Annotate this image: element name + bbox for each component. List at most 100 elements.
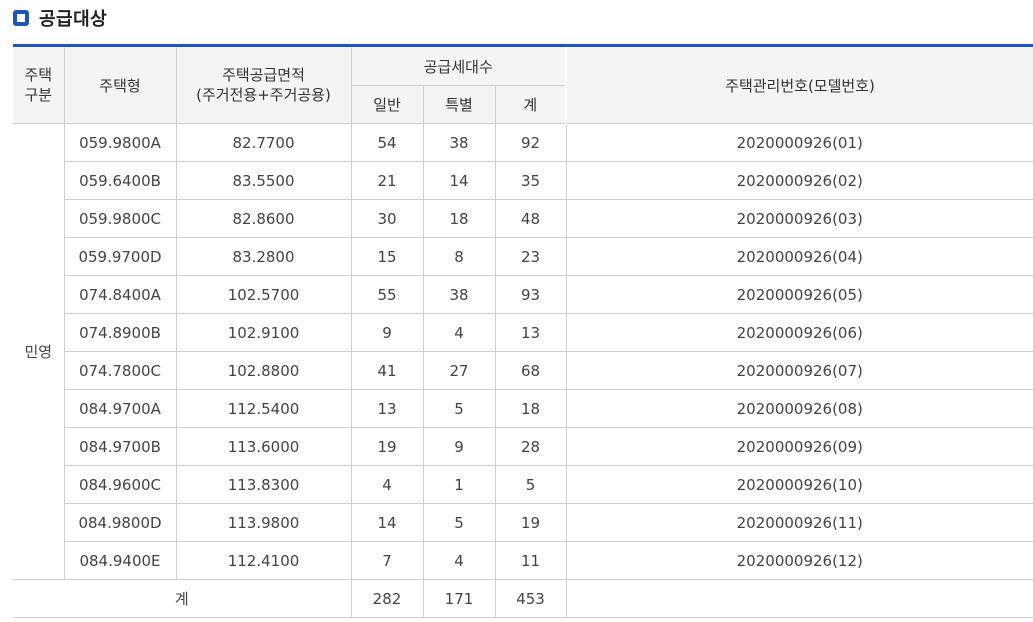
total-count-cell: 92: [495, 123, 567, 162]
general-count-cell: 4: [351, 465, 424, 504]
total-count-cell: 11: [495, 541, 567, 580]
management-no-cell: 2020000926(11): [566, 503, 1033, 542]
special-count-cell: 18: [423, 199, 496, 238]
header-house-category-line2: 구분: [24, 86, 53, 104]
header-management-no: 주택관리번호(모델번호): [565, 44, 1033, 124]
total-count-cell: 48: [495, 199, 567, 238]
table-row: 074.7800C 102.8800 41 27 68 2020000926(07): [13, 351, 1033, 390]
general-count-cell: 30: [351, 199, 424, 238]
general-count-cell: 41: [351, 351, 424, 390]
general-count-cell: 54: [351, 123, 424, 162]
special-count-cell: 5: [423, 389, 496, 428]
header-supply-count: 공급세대수: [351, 44, 567, 86]
header-house-type: 주택형: [64, 44, 177, 124]
header-area-line1: 주택공급면적: [222, 66, 305, 84]
table-row: 민영 059.9800A 82.7700 54 38 92 2020000926(01): [13, 123, 1033, 580]
house-type-cell: 059.9800A: [64, 123, 177, 162]
header-special: 특별: [423, 85, 496, 124]
special-count-cell: 5: [423, 503, 496, 542]
area-cell: 113.8300: [176, 465, 352, 504]
house-type-cell: 074.8900B: [64, 313, 177, 352]
management-no-cell: 2020000926(12): [566, 541, 1033, 580]
management-no-cell: 2020000926(03): [566, 199, 1033, 238]
house-type-cell: 084.9600C: [64, 465, 177, 504]
header-area-line2: (주거전용+주거공용): [196, 86, 331, 104]
area-cell: 82.8600: [176, 199, 352, 238]
header-general: 일반: [351, 85, 424, 124]
table-row: 084.9600C 113.8300 4 1 5 2020000926(10): [13, 465, 1033, 504]
total-count-cell: 23: [495, 237, 567, 276]
section-header: 공급대상: [13, 6, 107, 30]
area-cell: 112.4100: [176, 541, 352, 580]
management-no-cell: 2020000926(09): [566, 427, 1033, 466]
total-count-cell: 35: [495, 161, 567, 200]
table-row: 084.9700B 113.6000 19 9 28 2020000926(09): [13, 427, 1033, 466]
table-row: 074.8400A 102.5700 55 38 93 2020000926(05): [13, 275, 1033, 314]
summary-row: 계 282 171 453: [13, 579, 1033, 618]
house-type-cell: 084.9700B: [64, 427, 177, 466]
special-count-cell: 14: [423, 161, 496, 200]
management-no-cell: 2020000926(01): [566, 123, 1033, 162]
house-type-cell: 059.9800C: [64, 199, 177, 238]
summary-label: 계: [13, 579, 352, 618]
area-cell: 82.7700: [176, 123, 352, 162]
special-count-cell: 38: [423, 275, 496, 314]
management-no-cell: 2020000926(05): [566, 275, 1033, 314]
total-count-cell: 28: [495, 427, 567, 466]
general-count-cell: 13: [351, 389, 424, 428]
header-house-category: 주택 구분: [13, 44, 65, 124]
header-house-category-line1: 주택: [24, 66, 53, 84]
section-title: 공급대상: [39, 9, 108, 30]
table-row: 074.8900B 102.9100 9 4 13 2020000926(06): [13, 313, 1033, 352]
special-count-cell: 8: [423, 237, 496, 276]
summary-general: 282: [351, 579, 424, 618]
summary-total: 453: [495, 579, 567, 618]
house-type-cell: 084.9800D: [64, 503, 177, 542]
table-header: 주택 구분 주택형 주택공급면적 (주거전용+주거공용) 공급세대수 주택관리번…: [13, 44, 1033, 124]
area-cell: 102.9100: [176, 313, 352, 352]
special-count-cell: 4: [423, 313, 496, 352]
special-count-cell: 9: [423, 427, 496, 466]
house-category-cell: 민영: [13, 123, 65, 580]
square-bullet-icon: [13, 10, 29, 26]
house-type-cell: 074.7800C: [64, 351, 177, 390]
house-type-cell: 084.9700A: [64, 389, 177, 428]
area-cell: 112.5400: [176, 389, 352, 428]
total-count-cell: 93: [495, 275, 567, 314]
management-no-cell: 2020000926(07): [566, 351, 1033, 390]
house-type-cell: 074.8400A: [64, 275, 177, 314]
summary-management-no: [566, 579, 1033, 618]
table-row: 059.9700D 83.2800 15 8 23 2020000926(04): [13, 237, 1033, 276]
table-row: 084.9700A 112.5400 13 5 18 2020000926(08): [13, 389, 1033, 428]
total-count-cell: 5: [495, 465, 567, 504]
area-cell: 102.8800: [176, 351, 352, 390]
summary-special: 171: [423, 579, 496, 618]
area-cell: 102.5700: [176, 275, 352, 314]
area-cell: 113.6000: [176, 427, 352, 466]
total-count-cell: 13: [495, 313, 567, 352]
house-type-cell: 059.9700D: [64, 237, 177, 276]
general-count-cell: 7: [351, 541, 424, 580]
general-count-cell: 15: [351, 237, 424, 276]
house-type-cell: 059.6400B: [64, 161, 177, 200]
management-no-cell: 2020000926(08): [566, 389, 1033, 428]
management-no-cell: 2020000926(04): [566, 237, 1033, 276]
table-row: 084.9800D 113.9800 14 5 19 2020000926(11): [13, 503, 1033, 542]
special-count-cell: 38: [423, 123, 496, 162]
table-row: 059.6400B 83.5500 21 14 35 2020000926(02): [13, 161, 1033, 200]
general-count-cell: 55: [351, 275, 424, 314]
general-count-cell: 21: [351, 161, 424, 200]
area-cell: 83.2800: [176, 237, 352, 276]
total-count-cell: 19: [495, 503, 567, 542]
special-count-cell: 1: [423, 465, 496, 504]
supply-table: 주택 구분 주택형 주택공급면적 (주거전용+주거공용) 공급세대수 주택관리번…: [13, 44, 1033, 618]
special-count-cell: 27: [423, 351, 496, 390]
house-type-cell: 084.9400E: [64, 541, 177, 580]
table-row: 059.9800C 82.8600 30 18 48 2020000926(03): [13, 199, 1033, 238]
management-no-cell: 2020000926(06): [566, 313, 1033, 352]
total-count-cell: 68: [495, 351, 567, 390]
general-count-cell: 19: [351, 427, 424, 466]
area-cell: 113.9800: [176, 503, 352, 542]
management-no-cell: 2020000926(10): [566, 465, 1033, 504]
management-no-cell: 2020000926(02): [566, 161, 1033, 200]
